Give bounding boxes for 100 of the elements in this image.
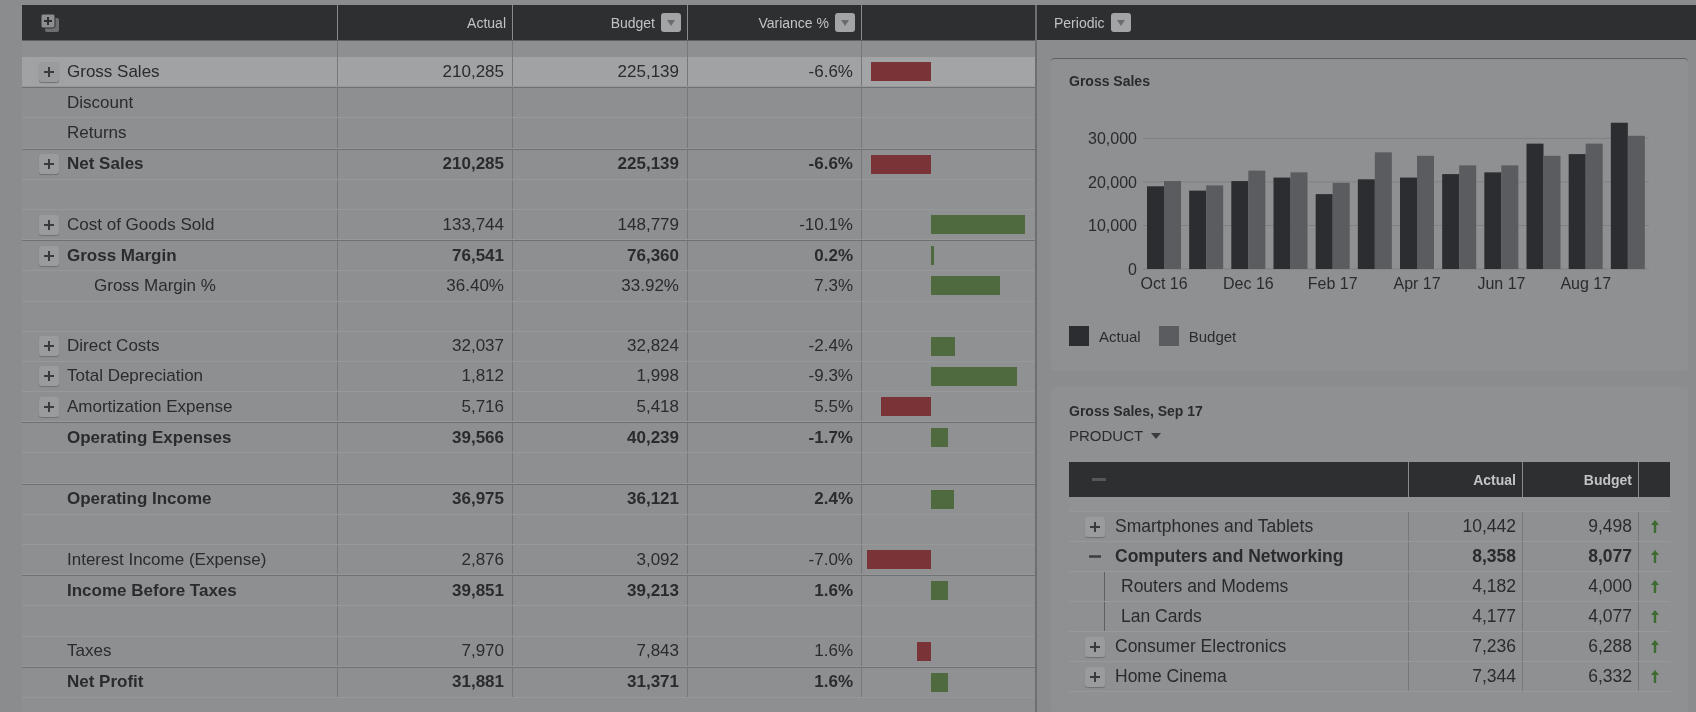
plus-icon bbox=[1090, 641, 1100, 652]
up-arrow-icon bbox=[1650, 610, 1659, 623]
row-label: Income Before Taxes bbox=[67, 580, 237, 601]
x-tick-label: Jun 17 bbox=[1477, 275, 1526, 292]
actual-value: 210,285 bbox=[442, 61, 504, 82]
row-label: Operating Income bbox=[67, 489, 212, 510]
variance-value: -2.4% bbox=[808, 336, 853, 357]
budget-value: 39,213 bbox=[627, 580, 679, 601]
period-label: Periodic bbox=[1054, 14, 1105, 31]
product-label: Lan Cards bbox=[1121, 606, 1202, 627]
table-row[interactable]: Discount bbox=[22, 87, 1035, 119]
budget-value: 33.92% bbox=[621, 275, 679, 296]
table-row[interactable]: Direct Costs 32,037 32,824 -2.4% bbox=[22, 331, 1035, 362]
column-header: Actual bbox=[1473, 471, 1516, 488]
variance-value: -6.6% bbox=[808, 154, 853, 175]
table-row[interactable]: Net Sales 210,285 225,139 -6.6% bbox=[22, 148, 1035, 180]
table-row[interactable]: Total Depreciation 1,812 1,998 -9.3% bbox=[22, 361, 1035, 393]
expand-button[interactable] bbox=[39, 61, 59, 82]
table-row[interactable]: Gross Margin 76,541 76,360 0.2% bbox=[22, 240, 1035, 272]
expand-button[interactable] bbox=[39, 336, 59, 357]
product-label: Consumer Electronics bbox=[1115, 636, 1287, 657]
expand-button[interactable] bbox=[39, 214, 59, 235]
budget-value: 8,077 bbox=[1588, 546, 1632, 567]
caret-icon bbox=[1116, 19, 1125, 26]
expand-button[interactable] bbox=[39, 154, 59, 175]
column-header: Variance % bbox=[758, 14, 829, 31]
actual-value: 2,876 bbox=[461, 549, 504, 570]
budget-value: 4,000 bbox=[1588, 576, 1632, 597]
row-label: Total Depreciation bbox=[67, 366, 204, 387]
variance-value: 1.6% bbox=[814, 641, 853, 662]
column-header: Actual bbox=[467, 14, 506, 31]
up-arrow-icon bbox=[1650, 670, 1659, 683]
dropdown-button[interactable] bbox=[1110, 13, 1131, 32]
variance-value: 2.4% bbox=[814, 489, 853, 510]
legend-label: Actual bbox=[1099, 327, 1141, 345]
actual-value: 7,236 bbox=[1472, 636, 1516, 657]
table-row[interactable]: Gross Margin % 36.40% 33.92% 7.3% bbox=[22, 271, 1035, 302]
budget-value: 3,092 bbox=[636, 549, 679, 570]
table-row[interactable]: Amortization Expense 5,716 5,418 5.5% bbox=[22, 392, 1035, 423]
budget-value: 6,332 bbox=[1588, 666, 1632, 687]
budget-value: 76,360 bbox=[627, 245, 679, 266]
actual-value: 7,970 bbox=[461, 641, 504, 662]
row-label: Direct Costs bbox=[67, 336, 160, 357]
expand-button[interactable] bbox=[39, 245, 59, 266]
row-label: Amortization Expense bbox=[67, 396, 233, 417]
budget-value: 32,824 bbox=[627, 336, 679, 357]
expand-button[interactable] bbox=[39, 366, 59, 387]
variance-value: 1.6% bbox=[814, 580, 853, 601]
budget-value: 225,139 bbox=[617, 154, 679, 175]
table-row[interactable]: Income Before Taxes 39,851 39,213 1.6% bbox=[22, 575, 1035, 607]
actual-value: 1,812 bbox=[461, 366, 504, 387]
caret-icon[interactable] bbox=[1151, 432, 1162, 439]
x-tick-label: Feb 17 bbox=[1307, 275, 1358, 292]
budget-value: 40,239 bbox=[627, 427, 679, 448]
variance-value: -9.3% bbox=[808, 366, 853, 387]
actual-value: 31,881 bbox=[452, 672, 504, 693]
up-arrow-icon bbox=[1650, 580, 1659, 593]
expand-button[interactable] bbox=[1085, 666, 1105, 687]
budget-value: 4,077 bbox=[1588, 606, 1632, 627]
expand-button[interactable] bbox=[1085, 636, 1105, 657]
product-label: Home Cinema bbox=[1115, 666, 1227, 687]
plus-icon bbox=[1090, 671, 1100, 682]
up-arrow-icon bbox=[1650, 520, 1659, 533]
x-tick-label: Dec 16 bbox=[1223, 275, 1274, 292]
variance-value: -6.6% bbox=[808, 61, 853, 82]
row-label: Operating Expenses bbox=[67, 427, 232, 448]
table-row[interactable]: Gross Sales 210,285 225,139 -6.6% bbox=[22, 57, 1035, 88]
expand-button[interactable] bbox=[39, 396, 59, 417]
dimension-label: PRODUCT bbox=[1069, 427, 1144, 444]
actual-value: 39,851 bbox=[452, 580, 504, 601]
card-title: Gross Sales bbox=[1069, 72, 1151, 89]
actual-value: 133,744 bbox=[442, 214, 504, 235]
table-row[interactable]: Operating Income 36,975 36,121 2.4% bbox=[22, 483, 1035, 515]
variance-value: -1.7% bbox=[808, 427, 853, 448]
expand-all-icon[interactable] bbox=[40, 12, 60, 33]
plus-icon bbox=[44, 250, 54, 261]
actual-value: 7,344 bbox=[1472, 666, 1516, 687]
actual-value: 4,177 bbox=[1472, 606, 1516, 627]
up-arrow-icon bbox=[1650, 640, 1659, 653]
plus-icon bbox=[44, 66, 54, 77]
actual-value: 39,566 bbox=[452, 427, 504, 448]
plus-icon bbox=[44, 341, 54, 352]
plus-icon bbox=[44, 371, 54, 382]
table-row[interactable]: Net Profit 31,881 31,371 1.6% bbox=[22, 666, 1035, 698]
table-row[interactable]: Operating Expenses 39,566 40,239 -1.7% bbox=[22, 422, 1035, 454]
product-label: Smartphones and Tablets bbox=[1115, 516, 1314, 537]
table-row[interactable]: Taxes 7,970 7,843 1.6% bbox=[22, 636, 1035, 667]
expand-button[interactable] bbox=[1085, 516, 1105, 537]
budget-value: 36,121 bbox=[627, 489, 679, 510]
table-row[interactable]: Interest Income (Expense) 2,876 3,092 -7.0% bbox=[22, 545, 1035, 576]
caret-icon bbox=[667, 19, 675, 26]
actual-value: 76,541 bbox=[452, 245, 504, 266]
up-arrow-icon bbox=[1650, 550, 1659, 563]
row-label: Taxes bbox=[67, 641, 112, 662]
table-row[interactable]: Cost of Goods Sold 133,744 148,779 -10.1% bbox=[22, 209, 1035, 241]
row-label: Gross Sales bbox=[67, 61, 160, 82]
table-row[interactable]: Returns bbox=[22, 118, 1035, 149]
budget-value: 7,843 bbox=[636, 641, 679, 662]
budget-value: 6,288 bbox=[1588, 636, 1632, 657]
budget-value: 31,371 bbox=[627, 672, 679, 693]
